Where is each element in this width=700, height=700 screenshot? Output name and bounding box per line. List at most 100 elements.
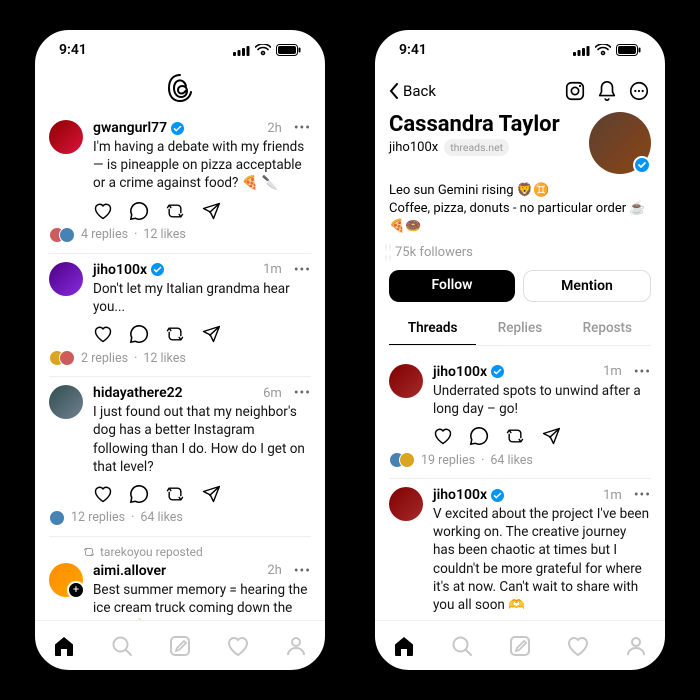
avatar[interactable] (389, 364, 423, 398)
back-button[interactable]: Back (389, 82, 436, 100)
cellular-icon (233, 45, 250, 56)
verified-icon (491, 365, 504, 378)
reposted-label: tarekoyou reposted (83, 545, 311, 559)
post-meta[interactable]: 19 replies · 64 likes (389, 452, 651, 468)
post-actions (93, 201, 311, 221)
avatar[interactable] (49, 262, 83, 296)
share-icon[interactable] (201, 484, 221, 504)
post-meta[interactable]: 4 replies · 12 likes (49, 227, 311, 243)
like-icon[interactable] (93, 201, 113, 221)
status-time: 9:41 (399, 42, 427, 58)
top-bar (35, 70, 325, 112)
profile-post: jiho100x 1m ••• Underrated spots to unwi… (389, 356, 651, 479)
repost-icon[interactable] (165, 484, 185, 504)
tab-replies[interactable]: Replies (476, 312, 563, 345)
nav-search-icon[interactable] (449, 633, 475, 659)
more-icon[interactable]: ••• (294, 121, 311, 135)
post-actions (93, 484, 311, 504)
tab-reposts[interactable]: Reposts (564, 312, 651, 345)
post-actions (93, 324, 311, 344)
like-icon[interactable] (93, 324, 113, 344)
phone-feed: 9:41 gwangurl77 2h ••• I'm (25, 20, 335, 680)
mention-button[interactable]: Mention (523, 270, 651, 302)
post-handle[interactable]: jiho100x (433, 364, 487, 380)
verified-icon (151, 263, 164, 276)
post-time: 2h (267, 121, 281, 136)
profile-scroll[interactable]: Cassandra Taylor jiho100x threads.net Le… (375, 112, 665, 620)
status-time: 9:41 (59, 42, 87, 58)
nav-search-icon[interactable] (109, 633, 135, 659)
nav-compose-icon[interactable] (167, 633, 193, 659)
post-time: 1m (263, 262, 282, 277)
profile-top-bar: Back (375, 70, 665, 112)
comment-icon[interactable] (129, 484, 149, 504)
battery-icon (276, 44, 301, 56)
post-handle[interactable]: jiho100x (93, 262, 147, 278)
profile-header: Cassandra Taylor jiho100x threads.net Le… (389, 112, 651, 356)
domain-badge: threads.net (444, 139, 509, 156)
post-handle[interactable]: aimi.allover (93, 563, 166, 579)
status-bar: 9:41 (35, 30, 325, 70)
repost-icon[interactable] (165, 324, 185, 344)
nav-profile-icon[interactable] (623, 633, 649, 659)
follow-button[interactable]: Follow (389, 270, 515, 302)
comment-icon[interactable] (129, 201, 149, 221)
nav-compose-icon[interactable] (507, 633, 533, 659)
threads-logo-icon[interactable] (167, 73, 193, 109)
repost-icon[interactable] (505, 426, 525, 446)
share-icon[interactable] (201, 324, 221, 344)
post-handle[interactable]: jiho100x (433, 487, 487, 503)
avatar[interactable] (49, 563, 83, 597)
repost-icon[interactable] (165, 201, 185, 221)
avatar[interactable] (389, 487, 423, 521)
feed-scroll[interactable]: gwangurl77 2h ••• I'm having a debate wi… (35, 112, 325, 620)
profile-name: Cassandra Taylor (389, 112, 560, 137)
nav-activity-icon[interactable] (225, 633, 251, 659)
post-time: 2h (267, 563, 281, 578)
verified-icon (633, 156, 651, 174)
post-body: Don't let my Italian grandma hear you... (93, 280, 311, 316)
avatar[interactable] (49, 385, 83, 419)
comment-icon[interactable] (129, 324, 149, 344)
nav-activity-icon[interactable] (565, 633, 591, 659)
share-icon[interactable] (201, 201, 221, 221)
profile-bio: Leo sun Gemini rising 🦁♊ Coffee, pizza, … (389, 182, 651, 237)
cellular-icon (573, 45, 590, 56)
more-icon[interactable]: ••• (294, 386, 311, 400)
feed-post: hidayathere22 6m ••• I just found out th… (49, 377, 311, 537)
share-icon[interactable] (541, 426, 561, 446)
post-meta[interactable]: 2 replies · 12 likes (49, 350, 311, 366)
wifi-icon (255, 44, 271, 56)
more-icon[interactable]: ••• (634, 365, 651, 379)
more-icon[interactable]: ••• (294, 263, 311, 277)
like-icon[interactable] (93, 484, 113, 504)
menu-icon[interactable] (627, 79, 651, 103)
nav-home-icon[interactable] (51, 633, 77, 659)
profile-avatar[interactable] (589, 112, 651, 174)
post-body: V excited about the project I've been wo… (433, 505, 651, 614)
comment-icon[interactable] (469, 426, 489, 446)
more-icon[interactable]: ••• (294, 564, 311, 578)
status-indicators (573, 44, 641, 56)
verified-icon (491, 489, 504, 502)
post-body: I just found out that my neighbor's dog … (93, 403, 311, 476)
nav-profile-icon[interactable] (283, 633, 309, 659)
post-handle[interactable]: gwangurl77 (93, 120, 167, 136)
post-handle[interactable]: hidayathere22 (93, 385, 183, 401)
followers-row[interactable]: 75k followers (389, 245, 651, 260)
profile-post: jiho100x 1m ••• V excited about the proj… (389, 479, 651, 620)
post-meta[interactable]: 12 replies · 64 likes (49, 510, 311, 526)
profile-handle: jiho100x (389, 140, 438, 155)
more-icon[interactable]: ••• (634, 488, 651, 502)
notifications-icon[interactable] (595, 79, 619, 103)
wifi-icon (595, 44, 611, 56)
instagram-icon[interactable] (563, 79, 587, 103)
nav-home-icon[interactable] (391, 633, 417, 659)
post-time: 6m (263, 386, 282, 401)
like-icon[interactable] (433, 426, 453, 446)
phone-profile: 9:41 Back Cassandra Taylor jiho100x thre… (365, 20, 675, 680)
avatar[interactable] (49, 120, 83, 154)
tab-threads[interactable]: Threads (389, 312, 476, 345)
post-time: 1m (603, 488, 622, 503)
post-time: 1m (603, 364, 622, 379)
